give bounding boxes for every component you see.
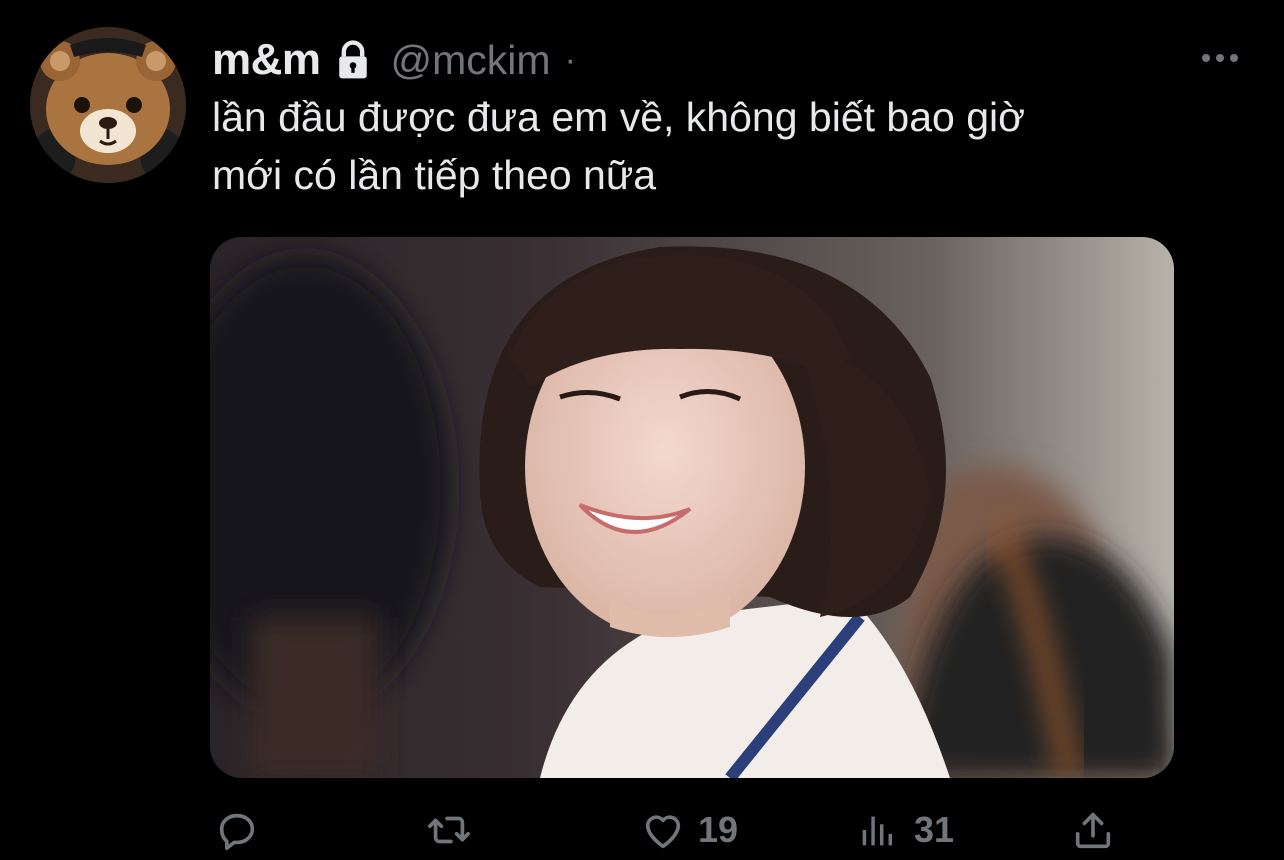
retweet-button[interactable]	[426, 806, 484, 854]
user-handle[interactable]: @mckim	[391, 37, 551, 84]
separator-dot: ·	[564, 40, 576, 79]
like-count: 19	[698, 809, 739, 850]
views-count: 31	[914, 809, 955, 850]
photo-smiling-girl	[210, 237, 1174, 778]
teddy-bear-avatar-image	[30, 27, 186, 183]
tweet-text: lần đầu được đưa em về, không biết bao g…	[212, 94, 1025, 198]
analytics-button[interactable]: 31	[856, 806, 954, 854]
analytics-icon	[862, 816, 893, 846]
tweet-photo[interactable]	[210, 237, 1174, 778]
more-horizontal-icon[interactable]	[1200, 48, 1240, 68]
tweet-actions: 19 31	[0, 800, 1284, 860]
tweet[interactable]: m&m @mckim · lần đầu được đưa em về, khô…	[0, 0, 1284, 860]
display-name[interactable]: m&m	[212, 35, 321, 85]
tweet-header: m&m @mckim ·	[212, 34, 576, 86]
like-button[interactable]: 19	[640, 806, 738, 854]
lock-icon	[338, 40, 367, 79]
heart-icon	[645, 815, 681, 849]
share-icon	[1075, 812, 1111, 849]
reply-icon	[219, 813, 255, 851]
avatar[interactable]	[30, 27, 186, 183]
share-button[interactable]	[1070, 806, 1116, 854]
reply-button[interactable]	[214, 806, 272, 854]
retweet-icon	[428, 816, 470, 844]
